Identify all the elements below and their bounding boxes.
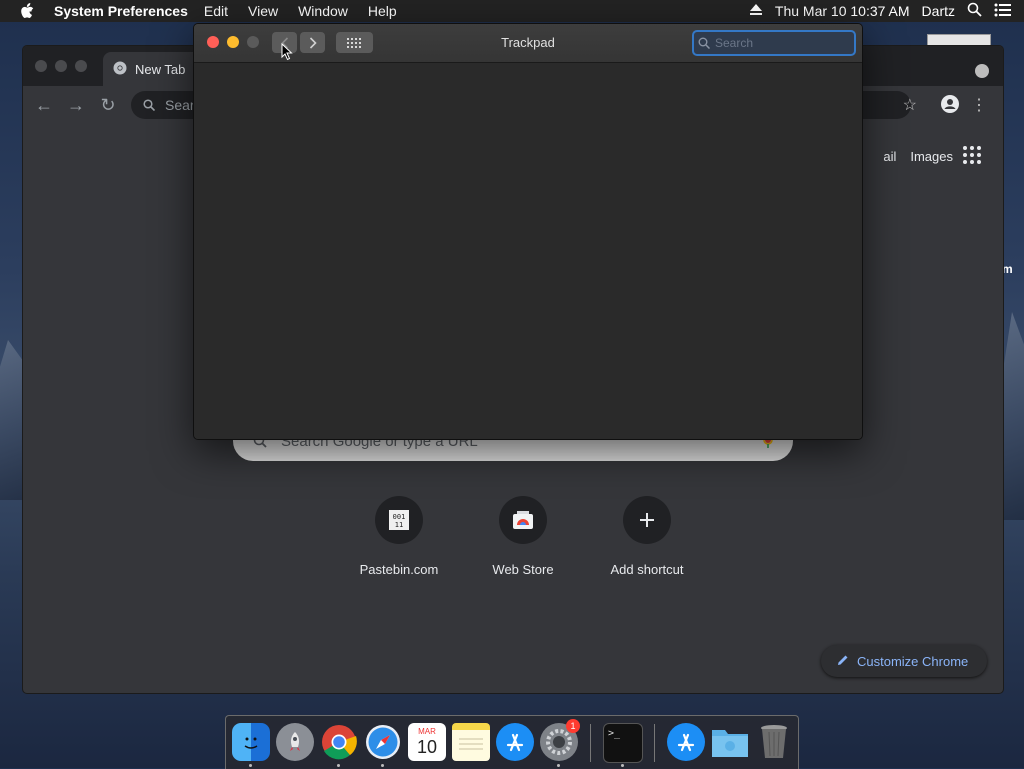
forward-arrow-icon[interactable]: → [66, 95, 86, 115]
calendar-day: 10 [416, 737, 438, 757]
dock-terminal-icon[interactable]: >_ [603, 723, 643, 763]
reload-icon[interactable]: ↻ [98, 95, 118, 115]
shortcut-web-store[interactable]: Web Store [467, 496, 579, 577]
prefs-search-placeholder: Search [715, 36, 754, 50]
omnibox-placeholder: Sear [165, 97, 195, 113]
system-preferences-window: Trackpad Search [193, 23, 863, 440]
menu-app-name[interactable]: System Preferences [54, 3, 188, 19]
images-link[interactable]: Images [910, 149, 953, 164]
menu-bar: System Preferences Edit View Window Help… [0, 0, 1024, 22]
shortcut-label: Pastebin.com [359, 562, 439, 577]
notification-center-icon[interactable] [994, 3, 1012, 20]
ntp-header-links: ail Images [869, 149, 953, 164]
prefs-content-pane [194, 63, 862, 439]
prefs-search-field[interactable]: Search [692, 30, 856, 56]
zoom-button[interactable] [75, 60, 87, 72]
customize-chrome-button[interactable]: Customize Chrome [821, 645, 987, 677]
shortcut-pastebin[interactable]: 001 11 Pastebin.com [343, 496, 455, 577]
google-apps-icon[interactable] [963, 146, 981, 164]
dock-running-indicator [621, 764, 624, 767]
dock-separator [590, 724, 591, 762]
tab-title: New Tab [135, 61, 186, 77]
dock-downloads-folder-icon[interactable] [711, 723, 749, 761]
spotlight-search-icon[interactable] [967, 2, 982, 20]
terminal-prompt-icon: >_ [608, 728, 621, 739]
shortcut-label: Add shortcut [610, 562, 684, 577]
bookmark-star-icon[interactable]: ☆ [903, 95, 917, 115]
chrome-menu-icon[interactable]: ⋮ [971, 95, 987, 115]
dock-system-preferences-icon[interactable]: 1 [540, 719, 580, 761]
chrome-logo-icon [113, 61, 127, 78]
ntp-shortcuts: 001 11 Pastebin.com Web Store Add shortcu… [343, 496, 703, 577]
notification-badge: 1 [566, 719, 580, 733]
profile-avatar-icon[interactable] [941, 95, 959, 118]
omnibox-search-icon [143, 99, 155, 111]
plus-icon [623, 496, 671, 544]
menubar-clock[interactable]: Thu Mar 10 10:37 AM [775, 3, 910, 19]
dock-running-indicator [337, 764, 340, 767]
shortcut-add[interactable]: Add shortcut [591, 496, 703, 577]
dock-applications-folder-icon[interactable] [667, 723, 705, 761]
calendar-month: MAR [418, 727, 436, 736]
prefs-titlebar: Trackpad Search [194, 24, 862, 63]
dock-chrome-icon[interactable] [320, 723, 358, 761]
menu-view[interactable]: View [248, 3, 278, 19]
mouse-cursor-icon [281, 42, 293, 66]
webstore-icon [499, 496, 547, 544]
dock-separator [654, 724, 655, 762]
dock-notes-icon[interactable] [452, 723, 490, 761]
dock-app-store-icon[interactable] [496, 723, 534, 761]
dock-running-indicator [557, 764, 560, 767]
menu-help[interactable]: Help [368, 3, 397, 19]
gmail-link[interactable]: ail [883, 149, 896, 164]
tab-search-icon[interactable] [975, 64, 989, 78]
dock-finder-icon[interactable] [232, 723, 270, 761]
svg-text:001: 001 [393, 513, 406, 521]
dock-running-indicator [249, 764, 252, 767]
menubar-user[interactable]: Dartz [922, 3, 955, 19]
customize-label: Customize Chrome [857, 653, 969, 669]
dock-running-indicator [381, 764, 384, 767]
dock-calendar-icon[interactable]: MAR 10 [408, 723, 446, 761]
shortcut-label: Web Store [492, 562, 554, 577]
menu-window[interactable]: Window [298, 3, 348, 19]
dock-trash-icon[interactable] [755, 723, 793, 761]
pastebin-icon: 001 11 [375, 496, 423, 544]
back-arrow-icon[interactable]: ← [34, 95, 54, 115]
chrome-window-controls [35, 60, 95, 72]
svg-text:11: 11 [395, 521, 403, 529]
dock-launchpad-icon[interactable] [276, 723, 314, 761]
eject-icon[interactable] [749, 3, 763, 19]
dock: MAR 10 1 >_ [225, 715, 799, 769]
menu-edit[interactable]: Edit [204, 3, 228, 19]
close-button[interactable] [35, 60, 47, 72]
dock-safari-icon[interactable] [364, 723, 402, 761]
apple-menu-icon[interactable] [20, 3, 40, 19]
minimize-button[interactable] [55, 60, 67, 72]
pencil-icon [837, 654, 849, 669]
search-icon [698, 37, 710, 49]
